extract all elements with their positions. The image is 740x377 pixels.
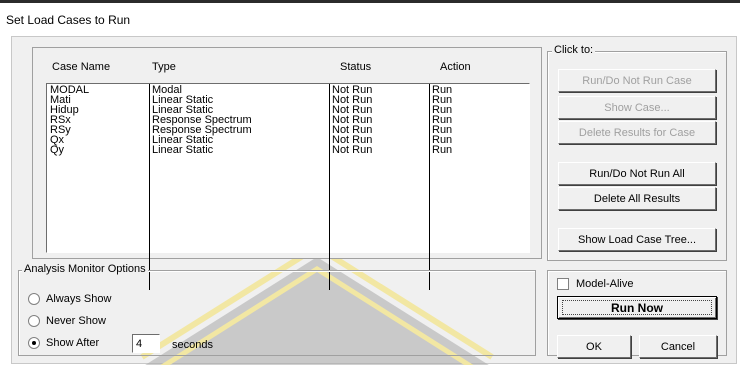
show-case-button[interactable]: Show Case... [558,96,716,119]
cell-action: Run [432,144,453,156]
seconds-label: seconds [172,339,213,351]
load-case-table[interactable] [46,83,530,290]
seconds-input[interactable] [132,334,160,353]
delete-results-for-case-button[interactable]: Delete Results for Case [558,121,716,144]
column-divider [429,84,430,290]
cancel-button[interactable]: Cancel [639,335,717,358]
delete-all-results-button[interactable]: Delete All Results [558,187,716,210]
model-alive-checkbox[interactable]: Model-Alive [557,278,633,290]
header-case-name[interactable]: Case Name [52,61,110,73]
radio-button-selected-icon[interactable] [28,337,40,349]
cell-type: Linear Static [152,144,214,156]
show-load-case-tree-button[interactable]: Show Load Case Tree... [558,228,716,251]
run-now-button[interactable]: Run Now [557,296,717,319]
cell-case-name: Qy [50,144,65,156]
dialog-body: Case Name Type Status Action MODAL Modal… [11,36,737,365]
focus-ring [562,300,712,315]
radio-button-icon[interactable] [28,293,40,305]
run-do-not-run-case-button[interactable]: Run/Do Not Run Case [558,69,716,92]
never-show-label: Never Show [46,315,106,327]
always-show-radio[interactable]: Always Show [28,293,111,305]
title-bar: Set Load Cases to Run [0,3,740,29]
radio-button-icon[interactable] [28,315,40,327]
header-status[interactable]: Status [340,61,371,73]
show-after-radio[interactable]: Show After [28,337,99,349]
never-show-radio[interactable]: Never Show [28,315,106,327]
run-do-not-run-all-button[interactable]: Run/Do Not Run All [558,162,716,185]
checkbox-icon[interactable] [557,278,569,290]
show-after-label: Show After [46,337,100,349]
ok-button[interactable]: OK [557,335,631,358]
model-alive-label: Model-Alive [576,278,634,290]
cell-status: Not Run [332,144,373,156]
column-divider [329,84,330,290]
analysis-monitor-options-label: Analysis Monitor Options [22,263,148,275]
click-to-label: Click to: [552,44,596,56]
always-show-label: Always Show [46,293,112,305]
column-divider [149,84,150,290]
header-action[interactable]: Action [440,61,471,73]
window-title: Set Load Cases to Run [6,13,131,27]
header-type[interactable]: Type [152,61,176,73]
